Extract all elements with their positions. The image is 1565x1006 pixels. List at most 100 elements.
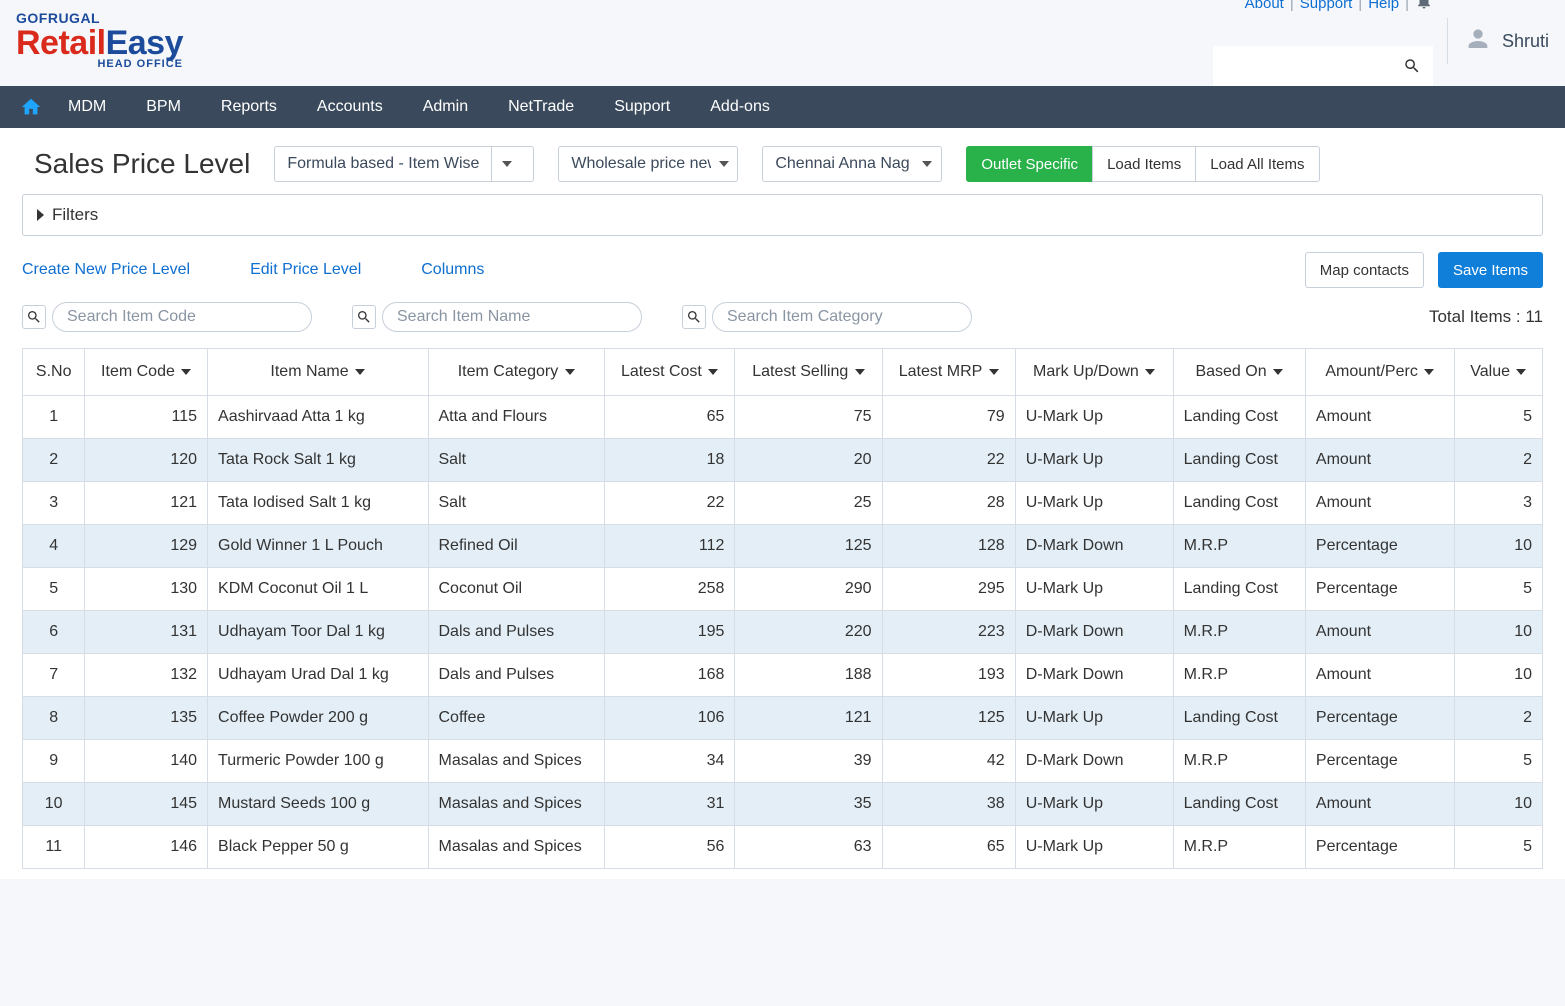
- select-method[interactable]: Formula based - Item Wise: [274, 146, 534, 182]
- col-header[interactable]: Mark Up/Down: [1015, 349, 1173, 396]
- cell: Percentage: [1305, 826, 1454, 869]
- cell: Tata Iodised Salt 1 kg: [208, 482, 428, 525]
- cell: 9: [23, 740, 85, 783]
- nav-home[interactable]: [14, 86, 48, 128]
- chevron-down-icon: [711, 147, 737, 181]
- title-row: Sales Price Level Formula based - Item W…: [34, 146, 1543, 182]
- search-icon[interactable]: [352, 305, 376, 329]
- cell: Amount: [1305, 654, 1454, 697]
- cell: Percentage: [1305, 568, 1454, 611]
- cell: D-Mark Down: [1015, 654, 1173, 697]
- search-icon[interactable]: [22, 305, 46, 329]
- select-outlet[interactable]: Chennai Anna Nag: [762, 146, 942, 182]
- load-items-button[interactable]: Load Items: [1092, 146, 1196, 182]
- search-icon[interactable]: [682, 305, 706, 329]
- action-links-row: Create New Price Level Edit Price Level …: [22, 252, 1543, 288]
- cell: Amount: [1305, 482, 1454, 525]
- user-menu[interactable]: Shruti: [1447, 18, 1549, 64]
- home-icon: [20, 96, 42, 118]
- page-content: Sales Price Level Formula based - Item W…: [0, 128, 1565, 879]
- table-row[interactable]: 5130KDM Coconut Oil 1 LCoconut Oil258290…: [23, 568, 1543, 611]
- cell: 131: [85, 611, 208, 654]
- filters-panel[interactable]: Filters: [22, 194, 1543, 236]
- cell: 115: [85, 396, 208, 439]
- search-item-code-input[interactable]: [52, 302, 312, 332]
- search-item-category-input[interactable]: [712, 302, 972, 332]
- col-header[interactable]: Value: [1454, 349, 1542, 396]
- cell: Black Pepper 50 g: [208, 826, 428, 869]
- col-header[interactable]: Amount/Perc: [1305, 349, 1454, 396]
- col-header[interactable]: Item Category: [428, 349, 604, 396]
- notifications-button[interactable]: 7: [1415, 0, 1433, 14]
- table-row[interactable]: 1115Aashirvaad Atta 1 kgAtta and Flours6…: [23, 396, 1543, 439]
- nav-item-nettrade[interactable]: NetTrade: [488, 86, 594, 128]
- col-header[interactable]: Latest Selling: [735, 349, 882, 396]
- table-row[interactable]: 3121Tata Iodised Salt 1 kgSalt222528U-Ma…: [23, 482, 1543, 525]
- link-create-price-level[interactable]: Create New Price Level: [22, 261, 190, 279]
- load-all-items-button[interactable]: Load All Items: [1195, 146, 1319, 182]
- cell: Coconut Oil: [428, 568, 604, 611]
- nav-item-reports[interactable]: Reports: [201, 86, 297, 128]
- link-about[interactable]: About: [1245, 0, 1284, 12]
- nav-item-mdm[interactable]: MDM: [48, 86, 126, 128]
- logo: GOFRUGAL RetailEasy HEAD OFFICE: [16, 11, 183, 71]
- cell: Masalas and Spices: [428, 783, 604, 826]
- cell: Percentage: [1305, 697, 1454, 740]
- link-help[interactable]: Help: [1368, 0, 1399, 12]
- sort-icon: [1273, 369, 1283, 375]
- cell: 120: [85, 439, 208, 482]
- select-price-level[interactable]: Wholesale price new: [558, 146, 738, 182]
- search-item-name-input[interactable]: [382, 302, 642, 332]
- col-header[interactable]: Based On: [1173, 349, 1305, 396]
- table-row[interactable]: 10145Mustard Seeds 100 gMasalas and Spic…: [23, 783, 1543, 826]
- table-row[interactable]: 11146Black Pepper 50 gMasalas and Spices…: [23, 826, 1543, 869]
- nav-item-admin[interactable]: Admin: [403, 86, 488, 128]
- cell: M.R.P: [1173, 740, 1305, 783]
- table-row[interactable]: 9140Turmeric Powder 100 gMasalas and Spi…: [23, 740, 1543, 783]
- cell: KDM Coconut Oil 1 L: [208, 568, 428, 611]
- cell: Salt: [428, 439, 604, 482]
- cell: 132: [85, 654, 208, 697]
- table-row[interactable]: 6131Udhayam Toor Dal 1 kgDals and Pulses…: [23, 611, 1543, 654]
- cell: 39: [735, 740, 882, 783]
- bell-icon: [1415, 0, 1433, 10]
- sort-icon: [989, 369, 999, 375]
- nav-item-accounts[interactable]: Accounts: [297, 86, 403, 128]
- logo-word-retail: Retail: [16, 24, 106, 62]
- col-header[interactable]: Latest Cost: [604, 349, 735, 396]
- cell: Percentage: [1305, 740, 1454, 783]
- nav-item-support[interactable]: Support: [594, 86, 690, 128]
- cell: M.R.P: [1173, 654, 1305, 697]
- save-items-button[interactable]: Save Items: [1438, 252, 1543, 288]
- table-row[interactable]: 4129Gold Winner 1 L PouchRefined Oil1121…: [23, 525, 1543, 568]
- cell: 38: [882, 783, 1015, 826]
- link-columns[interactable]: Columns: [421, 261, 484, 279]
- table-row[interactable]: 8135Coffee Powder 200 gCoffee106121125U-…: [23, 697, 1543, 740]
- cell: Landing Cost: [1173, 482, 1305, 525]
- cell: Coffee: [428, 697, 604, 740]
- col-header[interactable]: Item Code: [85, 349, 208, 396]
- link-support[interactable]: Support: [1300, 0, 1353, 12]
- col-header[interactable]: Latest MRP: [882, 349, 1015, 396]
- map-contacts-button[interactable]: Map contacts: [1305, 252, 1424, 288]
- outlet-specific-button[interactable]: Outlet Specific: [966, 146, 1093, 182]
- nav-item-add-ons[interactable]: Add-ons: [690, 86, 790, 128]
- col-header[interactable]: Item Name: [208, 349, 428, 396]
- cell: U-Mark Up: [1015, 396, 1173, 439]
- cell: 22: [604, 482, 735, 525]
- cell: 7: [23, 654, 85, 697]
- cell: 129: [85, 525, 208, 568]
- cell: 290: [735, 568, 882, 611]
- col-header[interactable]: S.No: [23, 349, 85, 396]
- table-row[interactable]: 7132Udhayam Urad Dal 1 kgDals and Pulses…: [23, 654, 1543, 697]
- global-search[interactable]: [1213, 46, 1433, 86]
- nav-item-bpm[interactable]: BPM: [126, 86, 201, 128]
- cell: 42: [882, 740, 1015, 783]
- cell: Masalas and Spices: [428, 740, 604, 783]
- link-edit-price-level[interactable]: Edit Price Level: [250, 261, 361, 279]
- cell: Udhayam Toor Dal 1 kg: [208, 611, 428, 654]
- table-body: 1115Aashirvaad Atta 1 kgAtta and Flours6…: [23, 396, 1543, 869]
- cell: 22: [882, 439, 1015, 482]
- cell: 18: [604, 439, 735, 482]
- table-row[interactable]: 2120Tata Rock Salt 1 kgSalt182022U-Mark …: [23, 439, 1543, 482]
